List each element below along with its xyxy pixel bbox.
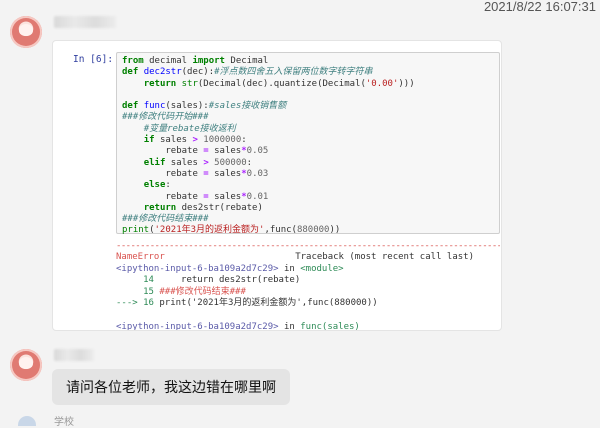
chat-bubble[interactable]: 请问各位老师，我这边错在哪里啊 bbox=[52, 369, 290, 405]
question-text: 请问各位老师，我这边错在哪里啊 bbox=[66, 380, 276, 396]
code-line: else: bbox=[143, 180, 171, 191]
cell-prompt: In [6]: bbox=[73, 54, 114, 65]
code-line: return des2str(rebate) bbox=[143, 202, 263, 213]
traceback-separator: ----------------------------------------… bbox=[116, 241, 500, 251]
sender-name bbox=[54, 16, 116, 28]
code-line: print('2021年3月的返利金额为',func(880000)) bbox=[122, 225, 341, 236]
code-line: ###修改代码结束### bbox=[122, 214, 209, 225]
message-screenshot-card[interactable]: In [6]: from decimal import Decimal def … bbox=[52, 40, 502, 331]
traceback-line-blank bbox=[116, 310, 500, 322]
traceback-line: ---> 16 print('2021年3月的返利金额为',func(88000… bbox=[116, 298, 378, 309]
code-line: rebate = sales*0.05 bbox=[165, 146, 269, 157]
code-line: rebate = sales*0.01 bbox=[165, 191, 269, 202]
cell-output: ----------------------------------------… bbox=[116, 241, 500, 331]
code-cell: from decimal import Decimal def dec2str(… bbox=[116, 52, 500, 236]
footer-avatar-partial bbox=[18, 416, 36, 426]
code-line: rebate = sales*0.03 bbox=[165, 168, 269, 179]
code-line: def dec2str(dec):#浮点数四舍五入保留两位数字转字符串 bbox=[122, 67, 373, 78]
avatar[interactable] bbox=[10, 349, 42, 381]
traceback-line: <ipython-input-6-ba109a2d7c29> in <modul… bbox=[116, 263, 344, 274]
code-line: elif sales > 500000: bbox=[143, 157, 253, 168]
footer-name: 学校 bbox=[54, 417, 74, 428]
code-line: return str(Decimal(dec).quantize(Decimal… bbox=[143, 78, 415, 89]
code-line: if sales > 1000000: bbox=[143, 135, 247, 146]
avatar[interactable] bbox=[10, 16, 42, 48]
timestamp: 2021/8/22 16:07:31 bbox=[483, 0, 596, 14]
traceback-line: <ipython-input-6-ba109a2d7c29> in func(s… bbox=[116, 321, 360, 331]
code-line: ###修改代码开始### bbox=[122, 112, 209, 123]
code-line: def func(sales):#sales接收销售额 bbox=[122, 101, 287, 112]
sender-name bbox=[54, 349, 94, 361]
traceback-line: 15 ###修改代码结束### bbox=[143, 286, 246, 297]
code-line: from decimal import Decimal bbox=[122, 56, 269, 66]
traceback-header: NameError Traceback (most recent call las… bbox=[116, 252, 474, 262]
traceback-line: 14 return des2str(rebate) bbox=[143, 275, 301, 286]
code-line: #变量rebate接收返利 bbox=[143, 123, 236, 134]
